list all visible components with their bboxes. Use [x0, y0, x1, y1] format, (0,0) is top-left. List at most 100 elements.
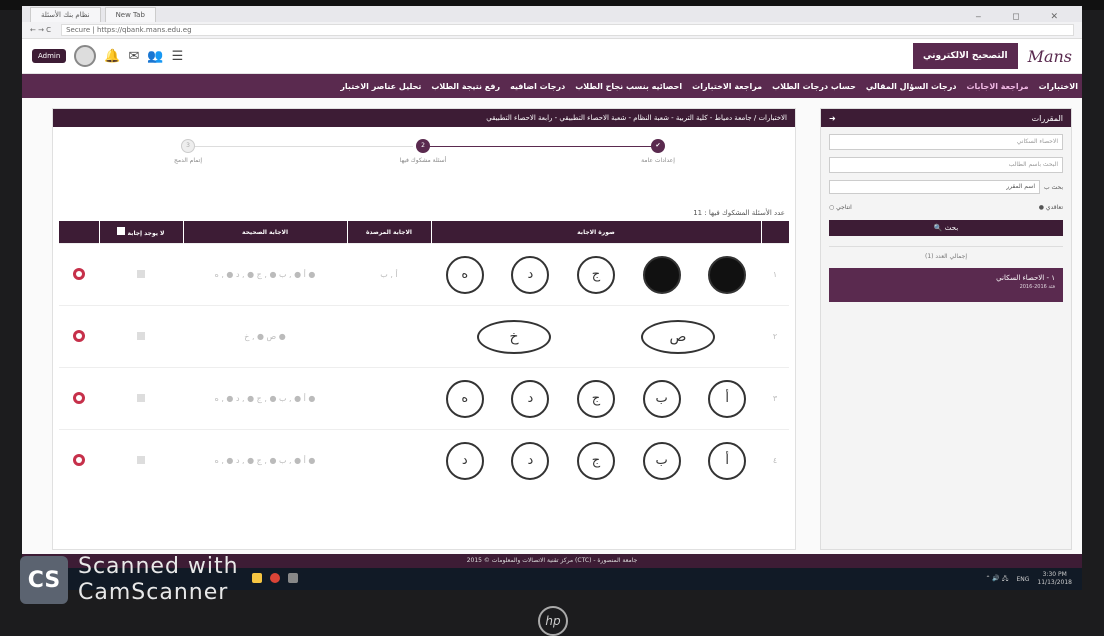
- bubble: د: [511, 379, 550, 418]
- breadcrumb: الاختبارات / جامعة دمياط - كلية التربية …: [53, 109, 795, 127]
- row-number: ١: [761, 243, 789, 306]
- check-icon: ✔: [651, 139, 665, 153]
- col-header-no-answer[interactable]: لا يوجد إجابة: [99, 221, 184, 244]
- type-radios: ○ انتاجي ● تعاقدي: [829, 201, 1063, 213]
- nav-item-student-grades[interactable]: حساب درجات الطلاب: [772, 82, 856, 91]
- table-header-row: لا يوجد إجابة الاجابة الصحيحة الاجابة ال…: [59, 221, 790, 244]
- taskbar-apps: [252, 573, 298, 583]
- no-answer-checkbox[interactable]: [137, 455, 145, 464]
- nav-item-item-analysis[interactable]: تحليل عناصر الاختبار: [340, 82, 421, 91]
- search-button[interactable]: 🔍 بحث: [829, 220, 1063, 236]
- main-panel: الاختبارات / جامعة دمياط - كلية التربية …: [52, 108, 796, 550]
- step-finish[interactable]: 3 إتمام الدمج: [143, 139, 233, 164]
- bubble: د: [511, 441, 550, 480]
- course-card-title: ١ - الاحصاء السكاني: [996, 274, 1055, 282]
- no-answer-checkbox[interactable]: [137, 269, 145, 278]
- col-header-correct: الاجابة الصحيحة: [183, 221, 348, 244]
- recorded-answer: أ , ب: [347, 243, 431, 306]
- correct-answer: ص ● , خ ●: [183, 305, 347, 368]
- suspected-count: عدد الأسئلة المشكوك فيها : 11: [693, 209, 785, 217]
- student-search-input[interactable]: البحث باسم الطالب: [829, 157, 1063, 173]
- bubble: ب: [642, 441, 681, 480]
- browser-tab[interactable]: New Tab: [104, 7, 156, 22]
- correct-answer: أ ● , ب ● , ج ● , د ● , ه ●: [183, 367, 347, 430]
- answer-image: ه د ج ب أ: [432, 379, 760, 418]
- nav-item-essay-grades[interactable]: درجات السؤال المقالي: [866, 82, 957, 91]
- bell-icon[interactable]: 🔔: [104, 49, 120, 64]
- recorded-answer: [347, 305, 431, 368]
- logo[interactable]: Mans: [1018, 47, 1082, 66]
- bubble: أ: [708, 441, 747, 480]
- tray-clock[interactable]: 3:30 PM 11/13/2018: [1037, 571, 1072, 587]
- nav-item-review-exams[interactable]: مراجعة الاختبارات: [692, 82, 762, 91]
- radio-productive[interactable]: ○ انتاجي: [829, 204, 852, 211]
- table-row: ص ● , خ ● خ ص ٢: [59, 305, 789, 368]
- bubble: ه: [445, 379, 484, 418]
- table-row: أ ● , ب ● , ج ● , د ● , ه ● أ , ب ه د ج …: [59, 243, 789, 306]
- total-count: إجمالي العدد (1): [829, 246, 1063, 260]
- step-general[interactable]: ✔ إعدادات عامة: [613, 139, 703, 164]
- browser-tab[interactable]: نظام بنك الأسئلة: [30, 7, 101, 22]
- row-number: ٢: [761, 305, 789, 368]
- answer-image: ه د ج: [432, 255, 760, 294]
- course-filter-input[interactable]: الاحصاء السكاني: [829, 134, 1063, 150]
- tray-lang[interactable]: ENG: [1016, 576, 1029, 583]
- chrome-icon[interactable]: [270, 573, 280, 583]
- camscanner-watermark: CS Scanned with CamScanner: [20, 554, 239, 606]
- bubble-filled: [708, 255, 747, 294]
- step-dot: 3: [181, 139, 195, 153]
- app-icon[interactable]: [288, 573, 298, 583]
- nav-item-review-answers[interactable]: مراجعة الاجابات: [967, 82, 1029, 91]
- app-topbar: Admin 🔔 ✉ 👥 ☰ التصحيح الالكتروني Mans: [22, 39, 1082, 74]
- search-by-select[interactable]: اسم المقرر: [829, 180, 1040, 194]
- avatar[interactable]: [74, 45, 97, 67]
- courses-sidebar: ➜ المقررات الاحصاء السكاني البحث باسم ال…: [820, 108, 1072, 550]
- recorded-answer: [347, 429, 431, 492]
- bubble: ه: [445, 255, 484, 294]
- recorded-answer: [347, 367, 431, 430]
- no-answer-checkbox[interactable]: [137, 331, 145, 340]
- nav-item-upload-results[interactable]: رفع نتيجة الطلاب: [431, 82, 500, 91]
- address-bar[interactable]: Secure | https://qbank.mans.edu.eg: [61, 24, 1074, 36]
- bubble: ج: [576, 379, 615, 418]
- nav-item-exams[interactable]: الاختبارات: [1039, 82, 1078, 91]
- delete-icon[interactable]: [73, 329, 85, 342]
- course-card-subtitle: 2016-2016 فئة: [1019, 284, 1055, 290]
- course-card[interactable]: ١ - الاحصاء السكاني 2016-2016 فئة: [829, 268, 1063, 302]
- sidebar-title: المقررات: [1031, 113, 1063, 123]
- window-controls[interactable]: ‒ ◻ ✕: [976, 12, 1082, 22]
- delete-icon[interactable]: [73, 391, 85, 404]
- row-number: ٣: [761, 367, 789, 430]
- bubble: د: [445, 441, 484, 480]
- nav-item-statistics[interactable]: احصائيه بنسب نجاح الطلاب: [575, 82, 682, 91]
- answers-table: لا يوجد إجابة الاجابة الصحيحة الاجابة ال…: [59, 221, 790, 492]
- bubble: أ: [708, 379, 747, 418]
- delete-icon[interactable]: [73, 453, 85, 466]
- watermark-line2: CamScanner: [78, 580, 229, 605]
- col-header-num: [761, 221, 790, 244]
- step-dot: 2: [416, 139, 430, 153]
- wizard-steps: ✔ إعدادات عامة 2 أسئلة مشكوك فيها 3 إتما…: [53, 127, 795, 193]
- arrow-right-icon[interactable]: ➜: [829, 114, 836, 123]
- menu-icon[interactable]: ☰: [172, 49, 184, 64]
- tray-icons[interactable]: ⌃ 🔊 🖧: [985, 574, 1008, 584]
- no-answer-checkbox[interactable]: [137, 393, 145, 402]
- user-menu-button[interactable]: Admin: [32, 49, 67, 63]
- step-suspected[interactable]: 2 أسئلة مشكوك فيها: [378, 139, 468, 164]
- mail-icon[interactable]: ✉: [129, 49, 140, 64]
- nav-item-extra-grades[interactable]: درجات اضافيه: [510, 82, 565, 91]
- main-nav: الاختبارات مراجعة الاجابات درجات السؤال …: [22, 74, 1082, 98]
- delete-icon[interactable]: [73, 267, 85, 280]
- users-icon[interactable]: 👥: [147, 49, 163, 64]
- nav-arrows-icon[interactable]: ← → C: [30, 26, 51, 34]
- folder-icon[interactable]: [252, 573, 262, 583]
- bubble: ج: [576, 441, 615, 480]
- hp-logo: hp: [538, 606, 568, 636]
- search-by-row: اسم المقرر بحث ب: [829, 180, 1063, 194]
- address-bar-row: ← → C Secure | https://qbank.mans.edu.eg: [22, 22, 1082, 39]
- col-header: [59, 221, 100, 244]
- bubble-oval: خ: [477, 319, 551, 354]
- bubble-oval: ص: [641, 319, 715, 354]
- radio-contractual[interactable]: ● تعاقدي: [1039, 204, 1063, 211]
- bubble: ب: [642, 379, 681, 418]
